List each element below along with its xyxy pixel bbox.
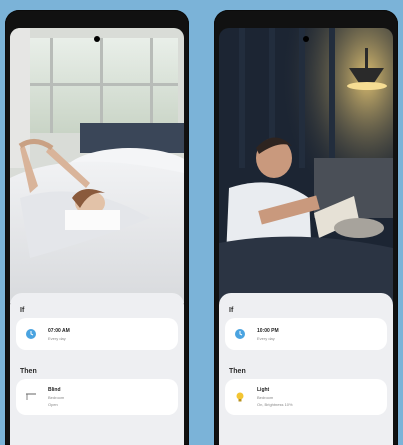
action-state: Open [48,402,58,407]
screen-left: If 07:00 AM Every day Then Blind Bedroom [10,28,184,445]
if-label: If [229,307,234,314]
action-room: Bedroom [257,395,274,400]
condition-time: 10:00 PM [257,327,279,334]
action-card[interactable]: Light Bedroom On, Brightness 10% [225,379,387,415]
front-camera [94,36,100,42]
action-state: On, Brightness 10% [257,402,293,407]
condition-repeat: Every day [48,335,66,341]
action-device: Light [257,387,270,393]
blind-icon [24,390,38,404]
condition-time: 07:00 AM [48,327,70,334]
if-label: If [20,307,25,314]
condition-card[interactable]: 10:00 PM Every day [225,318,387,350]
routine-panel-right: If 10:00 PM Every day Then Light Bedroom [219,293,393,445]
bulb-icon [233,390,247,404]
action-room: Bedroom [48,395,65,400]
action-card[interactable]: Blind Bedroom Open [16,379,178,415]
clock-icon [24,327,38,341]
phone-right: If 10:00 PM Every day Then Light Bedroom [214,10,398,445]
routine-panel-left: If 07:00 AM Every day Then Blind Bedroom [10,293,184,445]
morning-photo [10,28,184,303]
night-photo [219,28,393,303]
then-label: Then [20,368,37,375]
screen-right: If 10:00 PM Every day Then Light Bedroom [219,28,393,445]
clock-icon [233,327,247,341]
condition-repeat: Every day [257,335,275,341]
phone-left: If 07:00 AM Every day Then Blind Bedroom [5,10,189,445]
action-device: Blind [48,387,61,393]
front-camera [303,36,309,42]
condition-card[interactable]: 07:00 AM Every day [16,318,178,350]
then-label: Then [229,368,246,375]
